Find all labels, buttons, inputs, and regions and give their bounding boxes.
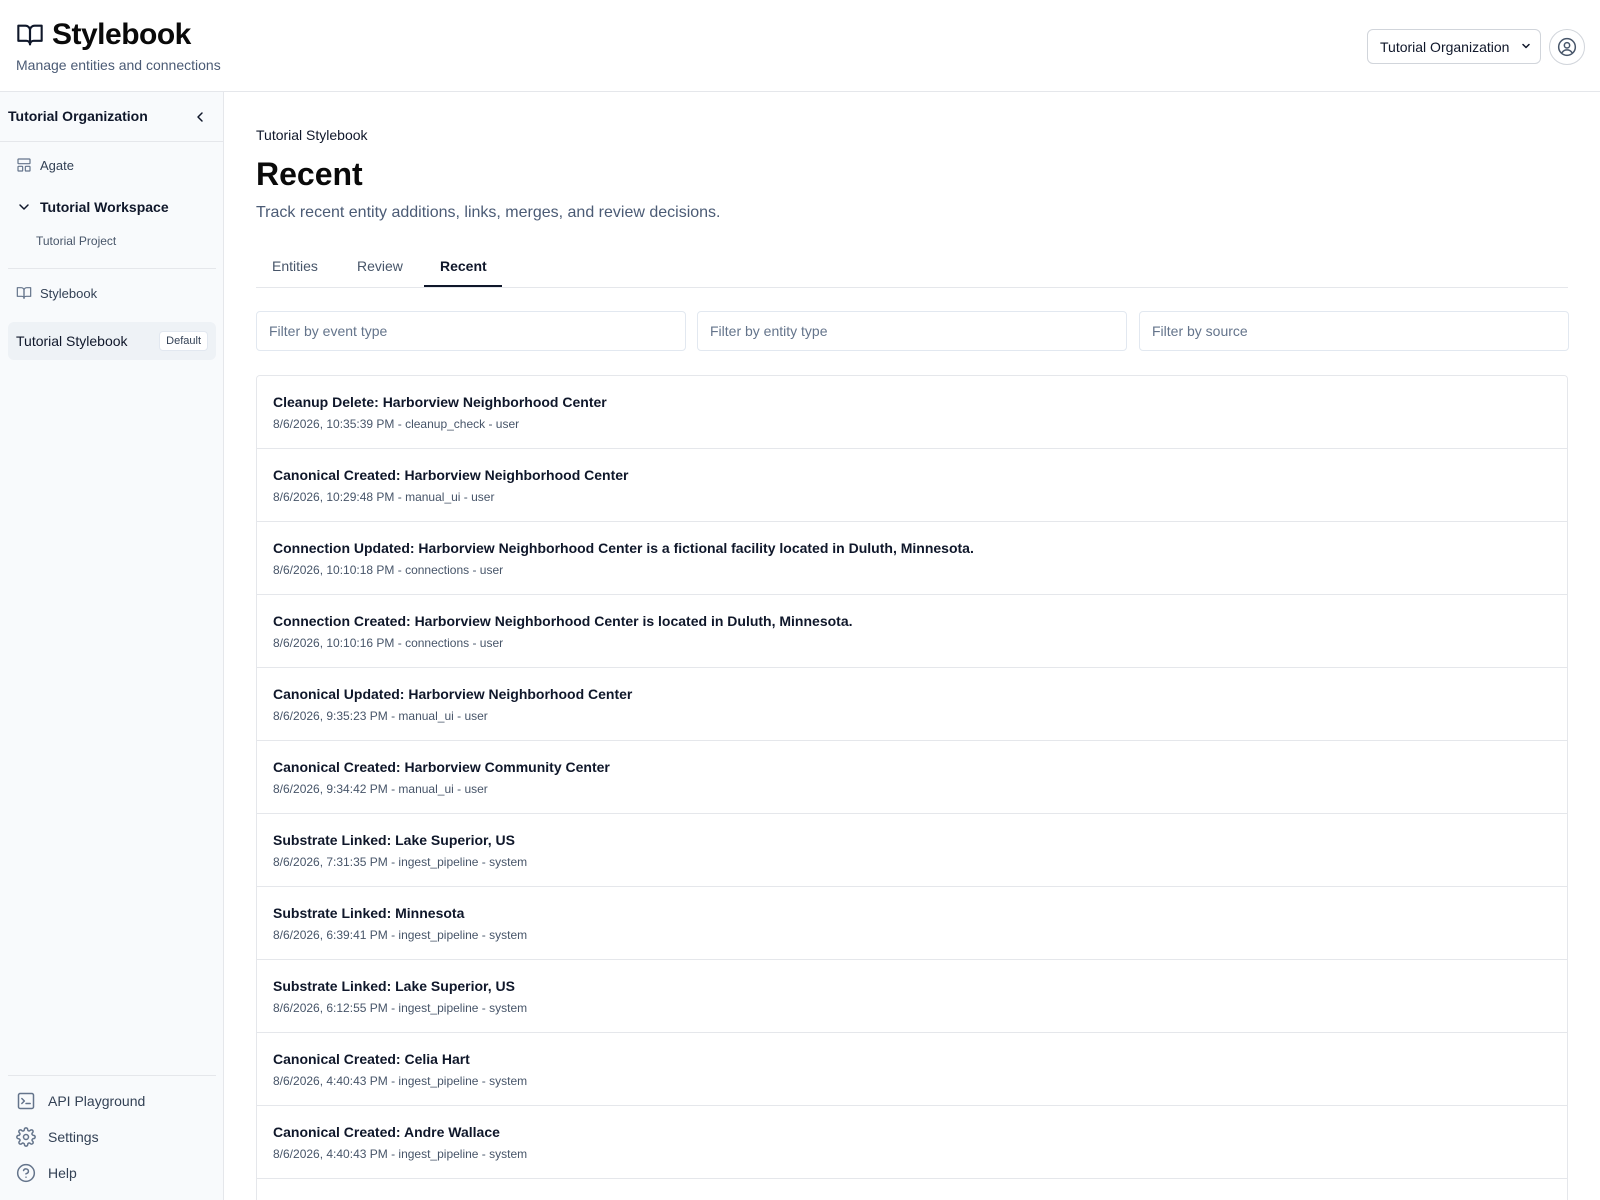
organization-select[interactable]: Tutorial Organization	[1367, 29, 1541, 64]
sidebar-section-label: Stylebook	[40, 285, 98, 301]
sidebar-item-project[interactable]: Tutorial Project	[36, 234, 116, 248]
organization-select-value: Tutorial Organization	[1380, 38, 1510, 55]
sidebar-divider	[0, 141, 224, 142]
event-title: Connection Created: Harborview Neighborh…	[273, 613, 853, 629]
event-title: Substrate Linked: Minnesota	[273, 905, 465, 921]
event-title: Canonical Created: Harborview Neighborho…	[273, 467, 629, 483]
tab-bar: Entities Review Recent	[256, 250, 1568, 288]
sidebar-item-label: API Playground	[48, 1093, 146, 1109]
list-item[interactable]: Cleanup Delete: Harborview Neighborhood …	[257, 376, 1567, 449]
event-title: Substrate Linked: Lake Superior, US	[273, 832, 515, 848]
tab-recent[interactable]: Recent	[440, 258, 487, 274]
sidebar-item-label: Agate	[40, 157, 74, 173]
event-title: Substrate Linked: Lake Superior, US	[273, 978, 515, 994]
sidebar-divider	[8, 1075, 216, 1076]
event-title: Canonical Created: Andre Wallace	[273, 1124, 500, 1140]
event-meta: 8/6/2026, 7:31:35 PM - ingest_pipeline -…	[273, 855, 528, 869]
list-item[interactable]: Connection Created: Harborview Neighborh…	[257, 595, 1567, 668]
sidebar-section-stylebook: Stylebook	[16, 285, 97, 301]
list-item[interactable]: Substrate Linked: Lake Superior, US 8/6/…	[257, 960, 1567, 1033]
sidebar-divider	[8, 268, 216, 269]
list-item[interactable]: Substrate Linked: Lake Superior, US 8/6/…	[257, 814, 1567, 887]
event-meta: 8/6/2026, 9:35:23 PM - manual_ui - user	[273, 709, 488, 723]
tab-review[interactable]: Review	[357, 258, 403, 274]
sidebar-item-label: Settings	[48, 1129, 99, 1145]
event-meta: 8/6/2026, 9:34:42 PM - manual_ui - user	[273, 782, 488, 796]
book-open-icon	[16, 287, 32, 299]
layout-icon	[17, 158, 31, 172]
sidebar-item-help[interactable]: Help	[16, 1163, 77, 1183]
event-title: Canonical Created: Celia Hart	[273, 1051, 470, 1067]
event-title: Connection Updated: Harborview Neighborh…	[273, 540, 974, 556]
event-meta: 8/6/2026, 4:40:43 PM - ingest_pipeline -…	[273, 1074, 528, 1088]
list-item[interactable]: Canonical Created: Celia Hart 8/6/2026, …	[257, 1033, 1567, 1106]
list-item[interactable]: Canonical Created: Harborview Community …	[257, 741, 1567, 814]
default-badge: Default	[159, 331, 208, 351]
sidebar-item-label: Tutorial Workspace	[40, 199, 169, 215]
list-item[interactable]: Connection Updated: Harborview Neighborh…	[257, 522, 1567, 595]
recent-events-list: Cleanup Delete: Harborview Neighborhood …	[256, 375, 1568, 1200]
app-subtitle: Manage entities and connections	[16, 57, 221, 73]
page-title: Recent	[256, 156, 363, 192]
terminal-icon	[17, 1092, 35, 1110]
app-header: Stylebook Manage entities and connection…	[0, 0, 1600, 92]
event-meta: 8/6/2026, 10:29:48 PM - manual_ui - user	[273, 490, 495, 504]
sidebar-item-workspace[interactable]: Tutorial Workspace	[16, 199, 169, 215]
event-type-filter-input[interactable]	[256, 311, 686, 351]
sidebar-item-label: Tutorial Stylebook	[16, 333, 128, 349]
help-circle-icon	[16, 1163, 36, 1183]
list-item[interactable]: Canonical Created: Harborview Neighborho…	[257, 449, 1567, 522]
sidebar-item-settings[interactable]: Settings	[16, 1127, 99, 1147]
gear-icon	[16, 1127, 36, 1147]
event-title: Canonical Updated: Harborview Neighborho…	[273, 686, 633, 702]
chevron-left-icon[interactable]	[192, 109, 208, 125]
entity-type-filter-input[interactable]	[697, 311, 1127, 351]
sidebar-item-label: Tutorial Project	[36, 234, 117, 248]
list-item[interactable]: Canonical Updated: Harborview Neighborho…	[257, 668, 1567, 741]
active-tab-indicator	[424, 285, 502, 287]
app-title: Stylebook	[52, 18, 191, 51]
chevron-down-icon	[1522, 43, 1530, 49]
brand[interactable]: Stylebook	[16, 18, 191, 52]
event-meta: 8/6/2026, 6:12:55 PM - ingest_pipeline -…	[273, 1001, 528, 1015]
event-meta: 8/6/2026, 4:40:43 PM - ingest_pipeline -…	[273, 1147, 528, 1161]
sidebar-org-name: Tutorial Organization	[8, 108, 148, 124]
source-filter-input[interactable]	[1139, 311, 1569, 351]
sidebar-item-api-playground[interactable]: API Playground	[16, 1091, 145, 1111]
user-circle-icon	[1557, 37, 1577, 57]
sidebar-item-agate[interactable]: Agate	[16, 157, 74, 173]
event-meta: 8/6/2026, 10:35:39 PM - cleanup_check - …	[273, 417, 520, 431]
list-item[interactable]: Substrate Linked: Minnesota 8/6/2026, 6:…	[257, 887, 1567, 960]
event-meta: 8/6/2026, 10:10:18 PM - connections - us…	[273, 563, 504, 577]
event-meta: 8/6/2026, 10:10:16 PM - connections - us…	[273, 636, 504, 650]
sidebar: Tutorial Organization Agate Tutorial Wor…	[0, 92, 224, 1200]
chevron-down-icon	[19, 204, 29, 210]
sidebar-item-label: Help	[48, 1165, 77, 1181]
page-description: Track recent entity additions, links, me…	[256, 204, 721, 221]
breadcrumb[interactable]: Tutorial Stylebook	[256, 127, 368, 143]
list-item[interactable]: Canonical Created: Andre Wallace 8/6/202…	[257, 1106, 1567, 1179]
user-avatar-button[interactable]	[1549, 29, 1585, 65]
sidebar-item-tutorial-stylebook[interactable]: Tutorial Stylebook Default	[8, 322, 216, 360]
book-open-icon	[17, 24, 43, 46]
tab-entities[interactable]: Entities	[272, 258, 318, 274]
event-title: Cleanup Delete: Harborview Neighborhood …	[273, 394, 607, 410]
event-meta: 8/6/2026, 6:39:41 PM - ingest_pipeline -…	[273, 928, 528, 942]
event-title: Canonical Created: Harborview Community …	[273, 759, 610, 775]
